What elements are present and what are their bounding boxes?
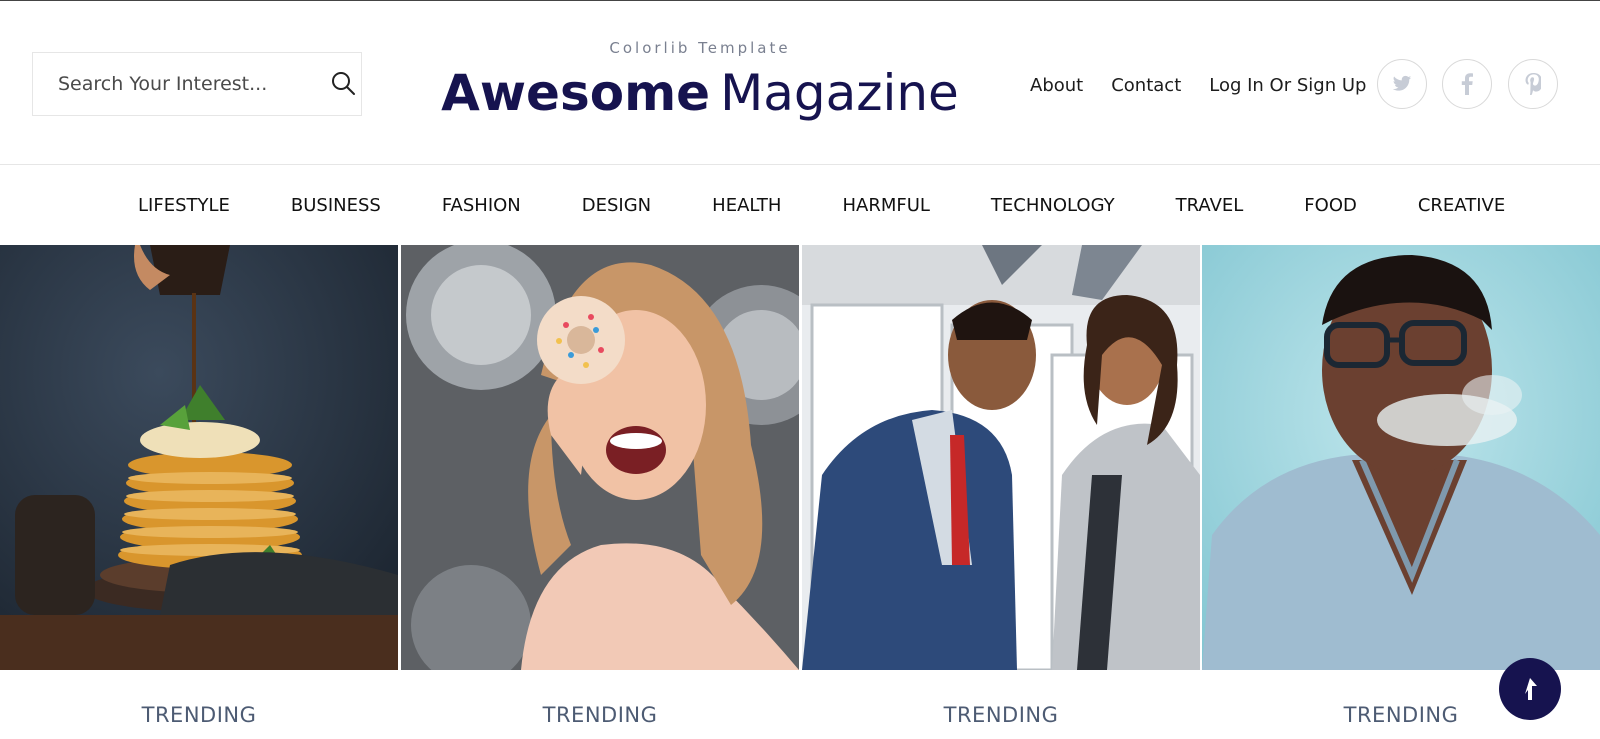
- trending-cards: TRENDING TRENDING TRENDING TRENDING: [0, 245, 1600, 739]
- nav-item-harmful[interactable]: HARMFUL: [842, 195, 929, 216]
- brand-title: Awesome Magazine: [400, 63, 1000, 123]
- nav-item-technology[interactable]: TECHNOLOGY: [991, 195, 1115, 216]
- man-with-glasses-smoke-photo[interactable]: [1202, 245, 1600, 670]
- trending-card: TRENDING: [802, 245, 1200, 739]
- brand-title-light: Magazine: [720, 64, 959, 122]
- trending-card: TRENDING: [0, 245, 398, 739]
- woman-with-donut-photo[interactable]: [401, 245, 799, 670]
- card-category[interactable]: TRENDING: [401, 703, 799, 727]
- brand-logo[interactable]: Colorlib Template Awesome Magazine: [400, 37, 1000, 123]
- nav-item-fashion[interactable]: FASHION: [442, 195, 521, 216]
- arrow-up-icon: [1525, 678, 1537, 700]
- card-category[interactable]: TRENDING: [0, 703, 398, 727]
- top-links: About Contact Log In Or Sign Up: [1030, 71, 1366, 101]
- facebook-icon[interactable]: [1442, 59, 1492, 109]
- search-box: [32, 52, 362, 116]
- nav-item-food[interactable]: FOOD: [1304, 195, 1357, 216]
- brand-tagline: Colorlib Template: [609, 39, 791, 57]
- trending-card: TRENDING: [401, 245, 799, 739]
- nav-item-lifestyle[interactable]: LIFESTYLE: [138, 195, 230, 216]
- business-couple-photo[interactable]: [802, 245, 1200, 670]
- nav-item-design[interactable]: DESIGN: [582, 195, 651, 216]
- card-category[interactable]: TRENDING: [802, 703, 1200, 727]
- pancake-stack-photo[interactable]: [0, 245, 398, 670]
- nav-item-health[interactable]: HEALTH: [712, 195, 781, 216]
- twitter-icon[interactable]: [1377, 59, 1427, 109]
- site-header: Colorlib Template AwesomeMagazine About …: [0, 1, 1600, 165]
- contact-link[interactable]: Contact: [1111, 71, 1181, 101]
- category-nav: LIFESTYLE BUSINESS FASHION DESIGN HEALTH…: [0, 166, 1600, 244]
- brand-title-bold: Awesome: [441, 64, 711, 122]
- search-icon[interactable]: [329, 69, 359, 99]
- nav-item-business[interactable]: BUSINESS: [291, 195, 381, 216]
- back-to-top-button[interactable]: [1499, 658, 1561, 720]
- nav-item-travel[interactable]: TRAVEL: [1176, 195, 1244, 216]
- pinterest-icon[interactable]: [1508, 59, 1558, 109]
- search-input[interactable]: [33, 53, 303, 115]
- login-signup-link[interactable]: Log In Or Sign Up: [1209, 71, 1366, 101]
- about-link[interactable]: About: [1030, 71, 1083, 101]
- nav-item-creative[interactable]: CREATIVE: [1418, 195, 1505, 216]
